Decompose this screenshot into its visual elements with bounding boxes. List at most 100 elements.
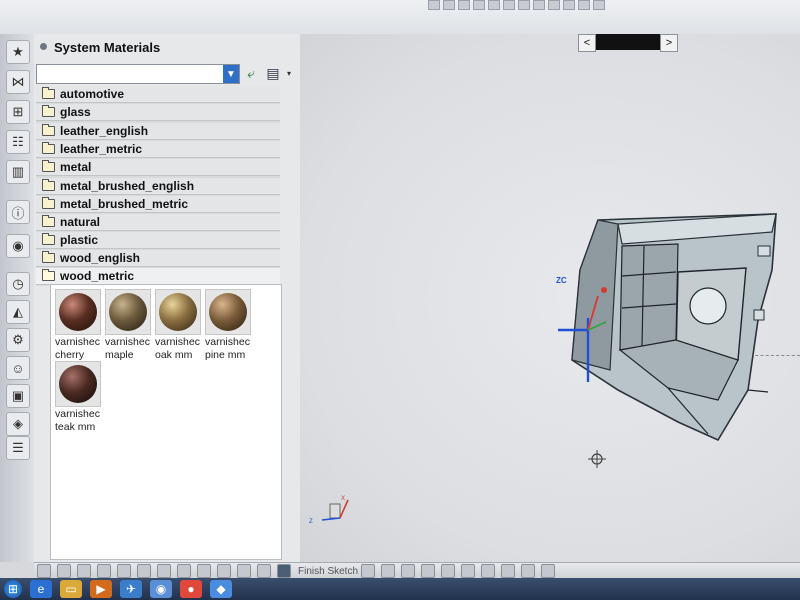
material-name-line2: teak mm [55, 421, 96, 433]
layer-icon[interactable] [217, 564, 231, 578]
hd3d-tools-icon[interactable]: ▥ [6, 160, 30, 184]
material-swatch [55, 361, 101, 407]
system-scenes-icon[interactable]: ▣ [6, 384, 30, 408]
folder-open-icon [42, 269, 55, 281]
top-toolbar-icons[interactable] [428, 0, 605, 10]
refresh-icon[interactable]: ⤶ [242, 64, 260, 82]
folder-icon [42, 105, 55, 117]
web-browser-icon[interactable]: ⓘ [6, 200, 30, 224]
folder-icon [42, 179, 55, 191]
sketch-toolbar: Finish Sketch [34, 562, 800, 579]
palette-icon[interactable]: ☰ [6, 436, 30, 460]
line-icon[interactable] [381, 564, 396, 578]
folder-plastic[interactable]: plastic [36, 232, 280, 249]
material-varnished-pine[interactable]: varnishec pine mm [205, 289, 255, 361]
material-varnished-teak[interactable]: varnishec teak mm [55, 361, 105, 433]
extend-icon[interactable] [521, 564, 536, 578]
graphics-window[interactable]: < > ZC X Z [300, 34, 800, 562]
nx-icon[interactable]: ◉ [150, 580, 172, 598]
process-studio-icon[interactable]: ◭ [6, 300, 30, 324]
start-button-icon[interactable]: ⊞ [4, 580, 22, 598]
panel-title: System Materials [54, 40, 161, 55]
material-swatch [205, 289, 251, 335]
view-options-chevron-icon[interactable]: ▾ [280, 64, 298, 82]
folder-automotive[interactable]: automotive [36, 86, 280, 103]
folder-natural[interactable]: natural [36, 214, 280, 231]
material-name-line1: varnishec [55, 336, 100, 348]
chevron-left-icon[interactable]: < [578, 34, 596, 52]
sketch-tool-icon[interactable] [37, 564, 51, 578]
folder-icon [42, 124, 55, 136]
trim-icon[interactable] [501, 564, 516, 578]
folder-wood-english[interactable]: wood_english [36, 250, 280, 267]
material-name-line1: varnishec [205, 336, 250, 348]
material-name-line2: pine mm [205, 349, 246, 361]
measure-icon[interactable] [177, 564, 191, 578]
material-varnished-oak[interactable]: varnishec oak mm [155, 289, 205, 361]
folder-metal-brushed-metric[interactable]: metal_brushed_metric [36, 196, 280, 213]
constraint-navigator-icon[interactable]: ⋈ [6, 70, 30, 94]
folder-leather-english[interactable]: leather_english [36, 123, 280, 140]
materials-palette: varnishec cherry varnishec maple varnish… [50, 284, 282, 560]
view-triad-icon [321, 499, 349, 521]
filter-icon[interactable] [97, 564, 111, 578]
folder-metal[interactable]: metal [36, 159, 280, 176]
snap-icon[interactable] [77, 564, 91, 578]
system-materials-panel: System Materials ▼ ⤶ ▤ ▾ automotive glas… [34, 34, 301, 562]
folder-icon [42, 160, 55, 172]
manufacturing-wizard-icon[interactable]: ⚙ [6, 328, 30, 352]
render-icon[interactable] [157, 564, 171, 578]
chevron-down-icon[interactable]: ▼ [223, 65, 239, 83]
material-sphere [59, 365, 97, 403]
app-icon[interactable]: ✈ [120, 580, 142, 598]
fit-icon[interactable] [137, 564, 151, 578]
folder-metal-brushed-english[interactable]: metal_brushed_english [36, 178, 280, 195]
assembly-navigator-icon[interactable]: ★ [6, 40, 30, 64]
media-player-icon[interactable]: ▶ [90, 580, 112, 598]
material-sphere [59, 293, 97, 331]
taskbar: ⊞ e ▭ ▶ ✈ ◉ ● ◆ [0, 578, 800, 600]
material-name-line2: maple [105, 349, 134, 361]
constraint-icon[interactable] [541, 564, 556, 578]
triad-z-label: Z [309, 519, 313, 525]
folder-glass[interactable]: glass [36, 104, 280, 121]
point-icon[interactable] [481, 564, 496, 578]
material-icon[interactable] [237, 564, 251, 578]
sketch-finish-icon[interactable] [277, 564, 291, 578]
material-name-line2: oak mm [155, 349, 193, 361]
folder-wood-metric[interactable]: wood_metric [36, 268, 280, 285]
folder-icon [42, 197, 55, 209]
explorer-icon[interactable]: ▭ [60, 580, 82, 598]
folder-tree: automotive glass leather_english leather… [36, 86, 280, 286]
triad-x-label: X [341, 496, 346, 502]
clock-icon[interactable]: ◷ [6, 272, 30, 296]
fillet-icon[interactable] [441, 564, 456, 578]
part-navigator-icon[interactable]: ⊞ [6, 100, 30, 124]
folder-leather-metric[interactable]: leather_metric [36, 141, 280, 158]
chrome-icon[interactable]: ● [180, 580, 202, 598]
app2-icon[interactable]: ◆ [210, 580, 232, 598]
rectangle-icon[interactable] [461, 564, 476, 578]
view-orient-icon[interactable] [57, 564, 71, 578]
panel-pin-icon[interactable] [40, 43, 47, 50]
material-varnished-maple[interactable]: varnishec maple [105, 289, 155, 361]
circle-icon[interactable] [421, 564, 436, 578]
reuse-library-icon[interactable]: ☷ [6, 130, 30, 154]
cad-model[interactable] [558, 210, 780, 470]
material-sphere [109, 293, 147, 331]
material-name-line1: varnishec [155, 336, 200, 348]
profile-icon[interactable] [361, 564, 376, 578]
ie-icon[interactable]: e [30, 580, 52, 598]
material-varnished-cherry[interactable]: varnishec cherry [55, 289, 105, 361]
finish-sketch-button[interactable]: Finish Sketch [298, 566, 358, 577]
library-combo[interactable]: ▼ [36, 64, 240, 84]
chevron-right-icon[interactable]: > [660, 34, 678, 52]
select-icon[interactable] [117, 564, 131, 578]
system-materials-icon[interactable]: ◈ [6, 412, 30, 436]
grid-icon[interactable] [197, 564, 211, 578]
roles-icon[interactable]: ☺ [6, 356, 30, 380]
arc-icon[interactable] [401, 564, 416, 578]
material-name-line1: varnishec [55, 408, 100, 420]
history-icon[interactable]: ◉ [6, 234, 30, 258]
reference-icon[interactable] [257, 564, 271, 578]
